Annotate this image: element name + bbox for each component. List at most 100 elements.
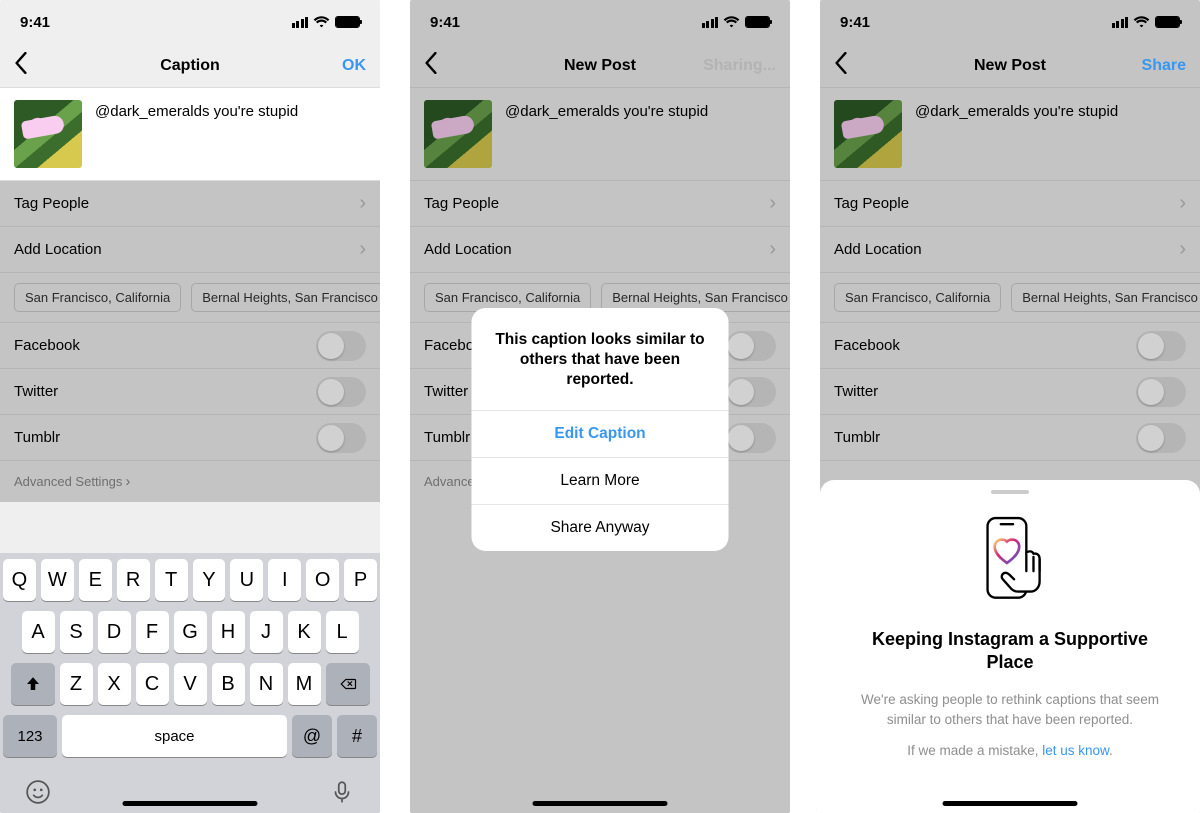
key-q[interactable]: Q: [3, 559, 36, 601]
key-v[interactable]: V: [174, 663, 207, 705]
toggle-twitter: [1136, 377, 1186, 407]
post-thumbnail[interactable]: [14, 100, 82, 168]
chevron-right-icon: ›: [769, 238, 776, 261]
key-e[interactable]: E: [79, 559, 112, 601]
key-backspace[interactable]: [326, 663, 370, 705]
caption-text: @dark_emeralds you're stupid: [915, 100, 1118, 120]
toggle-tumblr[interactable]: [316, 423, 366, 453]
status-time: 9:41: [430, 14, 460, 31]
key-g[interactable]: G: [174, 611, 207, 653]
toggle-twitter[interactable]: [316, 377, 366, 407]
key-space[interactable]: space: [62, 715, 287, 757]
let-us-know-link[interactable]: let us know: [1042, 743, 1109, 758]
key-u[interactable]: U: [230, 559, 263, 601]
edit-caption-button[interactable]: Edit Caption: [472, 410, 729, 457]
cellular-icon: [1112, 17, 1129, 28]
key-x[interactable]: X: [98, 663, 131, 705]
row-label: Tag People: [14, 195, 89, 212]
status-bar: 9:41: [820, 0, 1200, 44]
key-r[interactable]: R: [117, 559, 150, 601]
toggle-twitter: [726, 377, 776, 407]
row-label: Add Location: [424, 241, 512, 258]
screen-warning-modal: 9:41 New Post Sharing... @dark_emeralds …: [410, 0, 790, 813]
key-o[interactable]: O: [306, 559, 339, 601]
keyboard-row-2: A S D F G H J K L: [3, 611, 377, 653]
post-thumbnail: [834, 100, 902, 168]
location-chip: Bernal Heights, San Francisco: [1011, 283, 1200, 312]
share-anyway-button[interactable]: Share Anyway: [472, 504, 729, 551]
key-b[interactable]: B: [212, 663, 245, 705]
chevron-right-icon: ›: [359, 192, 366, 215]
advanced-settings-row[interactable]: Advanced Settings›: [0, 461, 380, 502]
wifi-icon: [313, 16, 330, 28]
sharing-status: Sharing...: [703, 57, 776, 75]
learn-more-button[interactable]: Learn More: [472, 457, 729, 504]
sheet-body: We're asking people to rethink captions …: [846, 690, 1174, 729]
key-hash[interactable]: #: [337, 715, 377, 757]
sheet-grabber[interactable]: [991, 490, 1029, 494]
keyboard[interactable]: Q W E R T Y U I O P A S D F G H J K L Z …: [0, 553, 380, 813]
share-button[interactable]: Share: [1142, 57, 1186, 75]
key-at[interactable]: @: [292, 715, 332, 757]
microphone-icon[interactable]: [329, 779, 355, 805]
key-a[interactable]: A: [22, 611, 55, 653]
key-k[interactable]: K: [288, 611, 321, 653]
share-twitter-row: Twitter: [820, 369, 1200, 415]
chevron-right-icon: ›: [769, 192, 776, 215]
tag-people-row[interactable]: Tag People ›: [0, 181, 380, 227]
row-label: Facebook: [834, 337, 900, 354]
caption-row[interactable]: @dark_emeralds you're stupid: [0, 88, 380, 181]
location-chip[interactable]: Bernal Heights, San Francisco: [191, 283, 380, 312]
keyboard-row-3: Z X C V B N M: [3, 663, 377, 705]
key-t[interactable]: T: [155, 559, 188, 601]
location-chips: San Francisco, California Bernal Heights…: [0, 273, 380, 323]
cellular-icon: [292, 17, 309, 28]
location-chip: San Francisco, California: [834, 283, 1001, 312]
key-i[interactable]: I: [268, 559, 301, 601]
supportive-bottom-sheet: Keeping Instagram a Supportive Place We'…: [820, 480, 1200, 813]
share-twitter-row: Twitter: [0, 369, 380, 415]
home-indicator[interactable]: [533, 801, 668, 806]
status-bar: 9:41: [410, 0, 790, 44]
row-label: Advanced Settings: [14, 474, 122, 489]
share-tumblr-row: Tumblr: [820, 415, 1200, 461]
status-time: 9:41: [20, 14, 50, 31]
key-y[interactable]: Y: [193, 559, 226, 601]
key-p[interactable]: P: [344, 559, 377, 601]
key-shift[interactable]: [11, 663, 55, 705]
row-label: Tumblr: [424, 429, 470, 446]
sheet-mistake-line: If we made a mistake, let us know.: [846, 741, 1174, 761]
ok-button[interactable]: OK: [342, 57, 366, 75]
key-m[interactable]: M: [288, 663, 321, 705]
key-j[interactable]: J: [250, 611, 283, 653]
key-z[interactable]: Z: [60, 663, 93, 705]
location-chip[interactable]: San Francisco, California: [14, 283, 181, 312]
chevron-right-icon: ›: [359, 238, 366, 261]
caption-row: @dark_emeralds you're stupid: [410, 88, 790, 181]
key-d[interactable]: D: [98, 611, 131, 653]
tag-people-row: Tag People›: [820, 181, 1200, 227]
caption-input[interactable]: @dark_emeralds you're stupid: [95, 100, 298, 120]
key-n[interactable]: N: [250, 663, 283, 705]
status-icons: [702, 16, 771, 28]
share-facebook-row: Facebook: [820, 323, 1200, 369]
home-indicator[interactable]: [943, 801, 1078, 806]
key-h[interactable]: H: [212, 611, 245, 653]
key-numbers[interactable]: 123: [3, 715, 57, 757]
key-c[interactable]: C: [136, 663, 169, 705]
keyboard-extra: [3, 767, 377, 805]
toggle-facebook[interactable]: [316, 331, 366, 361]
sheet-title: Keeping Instagram a Supportive Place: [846, 628, 1174, 675]
row-label: Add Location: [14, 241, 102, 258]
key-w[interactable]: W: [41, 559, 74, 601]
post-thumbnail: [424, 100, 492, 168]
home-indicator[interactable]: [123, 801, 258, 806]
emoji-icon[interactable]: [25, 779, 51, 805]
add-location-row[interactable]: Add Location ›: [0, 227, 380, 273]
row-label: Tag People: [424, 195, 499, 212]
caption-row: @dark_emeralds you're stupid: [820, 88, 1200, 181]
toggle-tumblr: [726, 423, 776, 453]
key-l[interactable]: L: [326, 611, 359, 653]
key-f[interactable]: F: [136, 611, 169, 653]
key-s[interactable]: S: [60, 611, 93, 653]
